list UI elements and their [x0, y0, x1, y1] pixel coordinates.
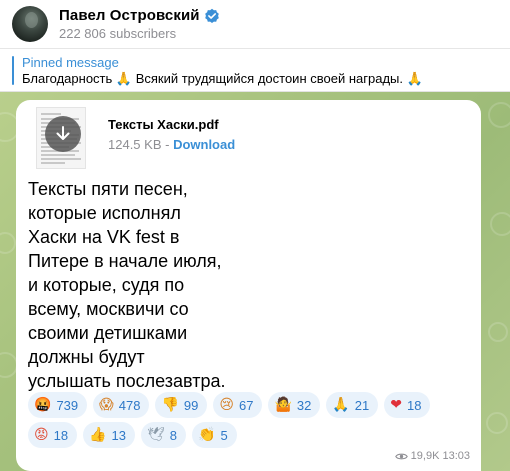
angry-face-icon: 😡 [34, 427, 49, 443]
message-line: и которые, судя по [28, 275, 185, 295]
download-link[interactable]: Download [173, 137, 235, 152]
reaction-count: 739 [56, 397, 79, 413]
subscriber-count: 222 806 subscribers [59, 26, 177, 41]
pinned-title: Pinned message [22, 55, 119, 70]
message-line: своими детишками [28, 323, 188, 343]
channel-name[interactable]: Павел Островский [59, 7, 200, 24]
reaction-heart[interactable]: ❤ 18 [384, 392, 431, 418]
reaction-dove[interactable]: 🕊 8 [140, 422, 186, 448]
reaction-angry[interactable]: 😡 18 [28, 422, 78, 448]
chat-header[interactable]: Павел Островский 222 806 subscribers [0, 0, 510, 48]
message-time: 13:03 [442, 450, 470, 462]
reaction-count: 18 [53, 427, 69, 443]
file-name[interactable]: Тексты Хаски.pdf [108, 117, 219, 132]
reaction-scream[interactable]: 😱 478 [93, 392, 150, 418]
reaction-cursing[interactable]: 🤬 739 [28, 392, 88, 418]
heart-icon: ❤ [390, 397, 402, 413]
file-meta-separator: - [161, 137, 174, 152]
message-line: должны будут [28, 347, 145, 367]
message-line: которые исполнял [28, 203, 181, 223]
reaction-count: 5 [220, 427, 228, 443]
reaction-count: 13 [111, 427, 126, 443]
channel-name-row: Павел Островский [59, 7, 220, 24]
file-size: 124.5 KB [108, 137, 162, 152]
thumbs-down-icon: 👎 [161, 397, 179, 413]
pinned-text: Благодарность 🙏 Всякий трудящийся достои… [22, 71, 423, 86]
view-count: 19,9K [410, 450, 440, 462]
reaction-clap[interactable]: 👏 5 [192, 422, 237, 448]
reaction-thumbs-down[interactable]: 👎 99 [155, 392, 208, 418]
reaction-thumbs-up[interactable]: 👍 13 [83, 422, 135, 448]
reactions-row-2: 😡 18 👍 13 🕊 8 👏 5 [28, 422, 237, 448]
cursing-face-icon: 🤬 [34, 397, 52, 413]
shrug-icon: 🤷 [274, 397, 292, 413]
reaction-count: 8 [169, 427, 177, 443]
reaction-count: 67 [238, 397, 254, 413]
crying-face-icon: 😢 [219, 397, 234, 413]
file-meta: 124.5 KB - Download [108, 137, 235, 152]
message-footer: 19,9K 13:03 [394, 450, 470, 462]
message-line: всему, москвичи со [28, 299, 189, 319]
reaction-count: 478 [118, 397, 141, 413]
reaction-count: 32 [296, 397, 312, 413]
reaction-cry[interactable]: 😢 67 [213, 392, 263, 418]
message-text: Тексты пяти песен, которые исполнял Хаск… [28, 177, 278, 393]
header-text: Павел Островский 222 806 subscribers [59, 7, 220, 41]
clapping-hands-icon: 👏 [198, 427, 216, 443]
download-button[interactable] [45, 116, 81, 152]
message-line: Тексты пяти песен, [28, 179, 188, 199]
praying-hands-icon: 🙏 [332, 397, 350, 413]
message-line: услышать послезавтра. [28, 371, 226, 391]
reaction-count: 18 [406, 397, 422, 413]
avatar[interactable] [12, 6, 48, 42]
reaction-count: 21 [354, 397, 370, 413]
dove-icon: 🕊 [146, 427, 165, 443]
reaction-shrug[interactable]: 🤷 32 [268, 392, 321, 418]
pinned-message[interactable]: Pinned message Благодарность 🙏 Всякий тр… [0, 49, 510, 91]
message-line: Хаски на VK fest в [28, 227, 180, 247]
screaming-face-icon: 😱 [99, 397, 114, 413]
pinned-accent-bar [12, 56, 14, 85]
reaction-count: 99 [183, 397, 199, 413]
eye-icon [394, 453, 408, 459]
thumbs-up-icon: 👍 [89, 427, 107, 443]
reactions-row-1: 🤬 739 😱 478 👎 99 😢 67 🤷 32 🙏 21 ❤ 18 [28, 392, 431, 418]
download-arrow-icon [56, 126, 70, 140]
reaction-pray[interactable]: 🙏 21 [326, 392, 379, 418]
verified-badge-icon [204, 8, 219, 23]
message-line: Питере в начале июля, [28, 251, 222, 271]
